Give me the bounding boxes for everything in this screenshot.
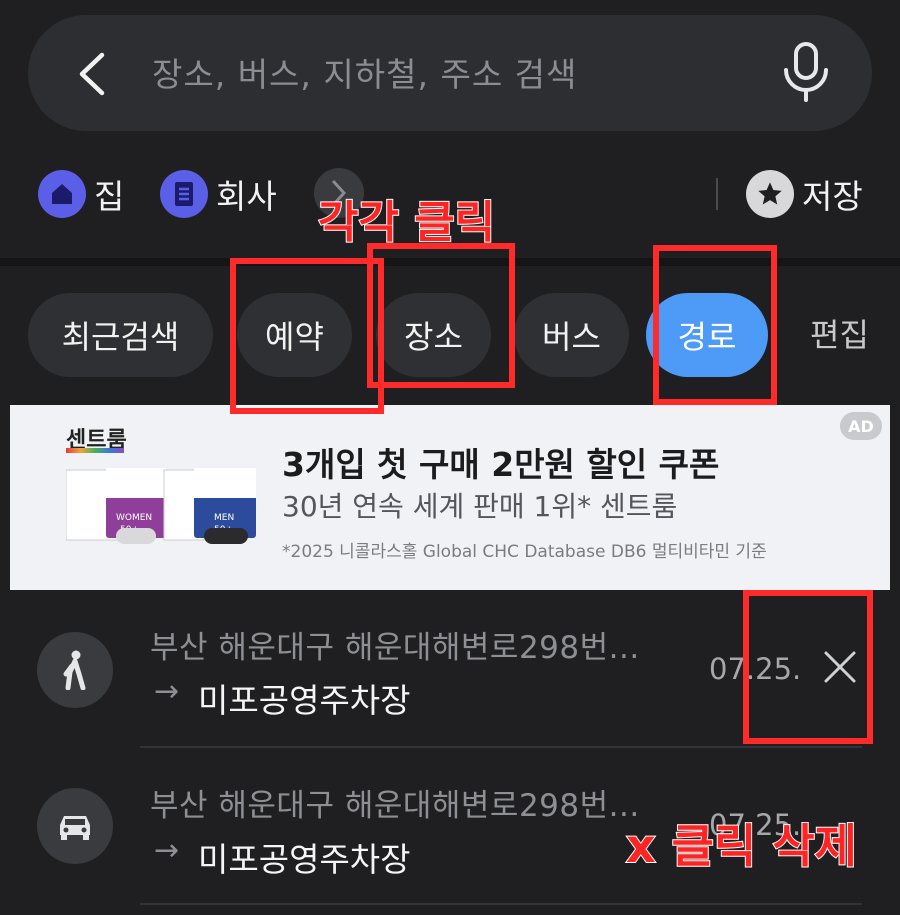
chip-recent-search[interactable]: 최근검색 (28, 293, 213, 377)
svg-text:WOMEN: WOMEN (116, 513, 152, 523)
annotation-click-x-delete: x 클릭 삭제 (625, 818, 858, 874)
shortcut-home-label: 집 (94, 177, 125, 216)
walk-icon (37, 632, 113, 708)
row-divider (140, 746, 862, 748)
chevron-left-icon (79, 52, 105, 96)
shortcut-work-label: 회사 (216, 177, 277, 216)
ad-disclaimer: *2025 니콜라스홀 Global CHC Database DB6 멀티비타… (282, 542, 767, 562)
car-icon (37, 788, 113, 864)
arrow-right-icon: → (154, 674, 180, 709)
chip-bus[interactable]: 버스 (514, 293, 629, 377)
building-icon (160, 170, 208, 218)
row-divider (140, 903, 862, 905)
svg-text:MEN: MEN (214, 513, 234, 523)
history-destination: 미포공영주차장 (198, 840, 411, 879)
annotation-box-place (367, 243, 515, 388)
back-button[interactable] (70, 45, 120, 103)
shortcut-home[interactable]: 집 (38, 163, 124, 225)
annotation-box-reservation (230, 258, 384, 414)
home-icon (38, 170, 86, 218)
microphone-icon (784, 42, 828, 102)
history-origin: 부산 해운대구 해운대해변로298번... (150, 788, 640, 824)
edit-button[interactable]: 편집 (810, 310, 869, 356)
search-input[interactable] (150, 42, 714, 106)
voice-search-button[interactable] (778, 40, 834, 104)
annotation-click-each: 각각 클릭 (317, 196, 496, 249)
shortcut-work[interactable]: 회사 (160, 163, 277, 225)
star-icon (746, 170, 794, 218)
annotation-box-delete (743, 590, 873, 744)
annotation-box-route (653, 245, 777, 405)
saved-label: 저장 (802, 177, 863, 216)
shortcut-divider (716, 178, 718, 210)
ad-brand-stripe (66, 448, 124, 453)
history-destination: 미포공영주차장 (198, 681, 411, 720)
ad-subtitle: 30년 연속 세계 판매 1위* 센트룸 (282, 490, 678, 523)
history-origin: 부산 해운대구 해운대해변로298번... (150, 630, 640, 666)
saved-button[interactable]: 저장 (746, 163, 863, 225)
ad-product-image: WOMEN 50+ MEN 50+ (65, 462, 266, 554)
arrow-right-icon: → (154, 833, 180, 868)
ad-title: 3개입 첫 구매 2만원 할인 쿠폰 (282, 445, 720, 484)
ad-badge: AD (840, 412, 882, 440)
